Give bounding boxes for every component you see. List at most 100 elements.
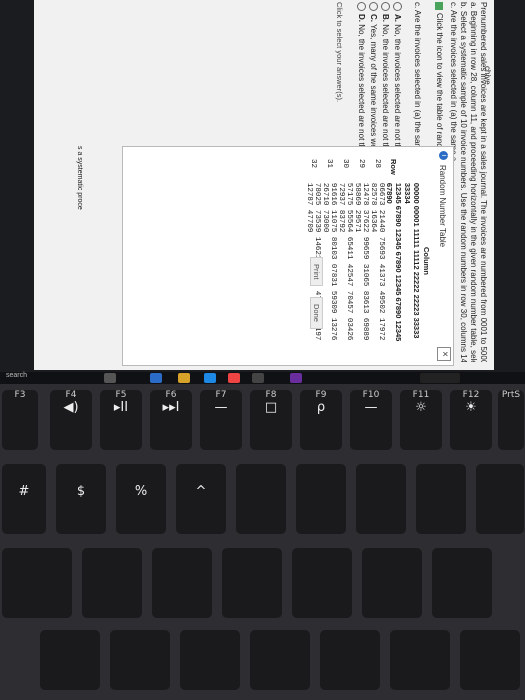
laptop-screen: Prenumbered sales invoices are kept in a… — [0, 0, 525, 384]
key-8[interactable] — [296, 464, 346, 534]
row-values: 06673 21440 75693 41373 49502 17972 8257… — [369, 182, 385, 341]
dialog-title: Random Number Table — [438, 165, 447, 248]
key-f6[interactable]: F6 ▸▸I — [150, 390, 192, 450]
info-icon: i — [439, 151, 448, 160]
table-header-row-2: Row 12345 67890 12345 67890 12345 67890 … — [385, 155, 403, 365]
done-button[interactable]: Done — [310, 297, 323, 329]
key-glyph: □ — [264, 400, 278, 415]
key-glyph: ☼ — [415, 400, 427, 415]
key-glyph: ▸II — [113, 400, 129, 415]
key-glyph: $ — [76, 484, 86, 499]
table-header-row-1: 00000 00001 11111 11112 22222 22223 3333… — [403, 155, 421, 365]
key-label: F7 — [215, 390, 227, 400]
radio-icon[interactable] — [392, 2, 402, 11]
key-j[interactable] — [320, 630, 380, 690]
option-text: No, the invoices selected are not the — [357, 24, 366, 154]
edge-icon[interactable] — [150, 373, 162, 383]
key-d[interactable] — [40, 630, 100, 690]
option-c[interactable]: C. Yes, many of the same invoices were — [368, 2, 378, 156]
question-page: Prenumbered sales invoices are kept in a… — [34, 0, 494, 370]
key-f11[interactable]: F11 ☼ — [400, 390, 442, 450]
row-number: 29 — [357, 159, 365, 169]
table-row: 29 12478 37622 99659 31065 83613 69889 58… — [353, 155, 369, 365]
key-f7[interactable]: F7— — [200, 390, 242, 450]
key-g[interactable] — [180, 630, 240, 690]
key-label: F12 — [462, 390, 480, 400]
taskbar-search[interactable]: search — [6, 372, 27, 379]
key-f5[interactable]: F5 ▸II — [100, 390, 142, 450]
key-f4[interactable]: F4 ◀) — [50, 390, 92, 450]
key-f[interactable] — [110, 630, 170, 690]
system-tray[interactable] — [420, 373, 460, 383]
random-number-table-dialog: i Random Number Table × Column 00000 000… — [122, 146, 454, 366]
task-view-icon[interactable] — [104, 373, 116, 383]
table-link-text[interactable]: Click the icon to view the table of rand… — [435, 13, 444, 159]
key-o[interactable] — [432, 548, 492, 618]
key-f8[interactable]: F8 □ — [250, 390, 292, 450]
key-7[interactable] — [236, 464, 286, 534]
key-glyph: ^ — [195, 484, 207, 499]
table-row: 28 06673 21440 75693 41373 49502 17972 82… — [369, 155, 385, 365]
store-icon[interactable] — [204, 373, 216, 383]
radio-icon[interactable] — [368, 2, 378, 11]
key-glyph: — — [364, 400, 378, 415]
key-label: F4 — [65, 390, 77, 400]
radio-icon[interactable] — [356, 2, 366, 11]
option-text: No, the invoices selected are not the s — [381, 24, 390, 160]
key-glyph: # — [18, 484, 30, 499]
row-header: Row — [389, 159, 399, 175]
key-y[interactable] — [222, 548, 282, 618]
key-glyph: ρ — [316, 400, 326, 415]
close-icon[interactable]: × — [437, 347, 451, 361]
key-k[interactable] — [390, 630, 450, 690]
key-r[interactable] — [82, 548, 142, 618]
key-label: F11 — [412, 390, 430, 400]
calendar-icon[interactable] — [252, 373, 264, 383]
row-values: 57175 55564 65411 42547 70457 03426 7293… — [337, 182, 353, 341]
radio-icon[interactable] — [380, 2, 390, 11]
table-header-cell: 00000 00001 11111 11112 22222 22223 3333… — [403, 182, 421, 339]
table-icon[interactable] — [435, 2, 444, 10]
table-header-cell — [403, 155, 421, 179]
option-b[interactable]: B. No, the invoices selected are not the… — [380, 2, 390, 160]
key-glyph: ☀ — [465, 400, 477, 415]
option-letter: B. — [381, 14, 390, 22]
option-letter: D. — [357, 14, 366, 22]
key-9[interactable] — [356, 464, 406, 534]
keyboard: F3 F4 ◀) F5 ▸II F6 ▸▸I F7— F8 □ F9 ρ F10— F11… — [0, 384, 525, 700]
app-icon[interactable] — [290, 373, 302, 383]
key-label: PrtS — [501, 390, 521, 400]
option-d[interactable]: D. No, the invoices selected are not the — [356, 2, 366, 154]
key-3[interactable]: # — [2, 464, 46, 534]
key-f9[interactable]: F9 ρ — [300, 390, 342, 450]
side-note: s a systematic proce — [76, 146, 83, 210]
file-explorer-icon[interactable] — [178, 373, 190, 383]
key-minus[interactable] — [476, 464, 524, 534]
key-prtsc[interactable]: PrtS — [498, 390, 524, 450]
key-4[interactable]: $ — [56, 464, 106, 534]
key-u[interactable] — [292, 548, 352, 618]
question-part-a: a. Beginning in row 28, column 11, and p… — [469, 2, 478, 362]
chrome-icon[interactable] — [228, 373, 240, 383]
print-button[interactable]: Print — [310, 257, 323, 287]
table-row: 30 57175 55564 65411 42547 70457 03426 72… — [337, 155, 353, 365]
key-label: F3 — [14, 390, 26, 400]
key-5[interactable]: % — [116, 464, 166, 534]
key-h[interactable] — [250, 630, 310, 690]
key-6[interactable]: ^ — [176, 464, 226, 534]
key-f12[interactable]: F12 ☀ — [450, 390, 492, 450]
key-f10[interactable]: F10— — [350, 390, 392, 450]
question-part-b: b. Select a systematic sample of 10 invo… — [459, 2, 468, 362]
key-l[interactable] — [460, 630, 520, 690]
key-label: F9 — [315, 390, 327, 400]
key-t[interactable] — [152, 548, 212, 618]
key-f3[interactable]: F3 — [2, 390, 38, 450]
key-i[interactable] — [362, 548, 422, 618]
key-e[interactable] — [2, 548, 72, 618]
key-0[interactable] — [416, 464, 466, 534]
rotated-content: Prenumbered sales invoices are kept in a… — [34, 0, 494, 370]
option-a[interactable]: A. No, the invoices selected are not the… — [392, 2, 402, 160]
option-letter: A. — [393, 14, 402, 22]
row-number: 30 — [341, 159, 349, 169]
archive-label: chive — [483, 66, 492, 85]
